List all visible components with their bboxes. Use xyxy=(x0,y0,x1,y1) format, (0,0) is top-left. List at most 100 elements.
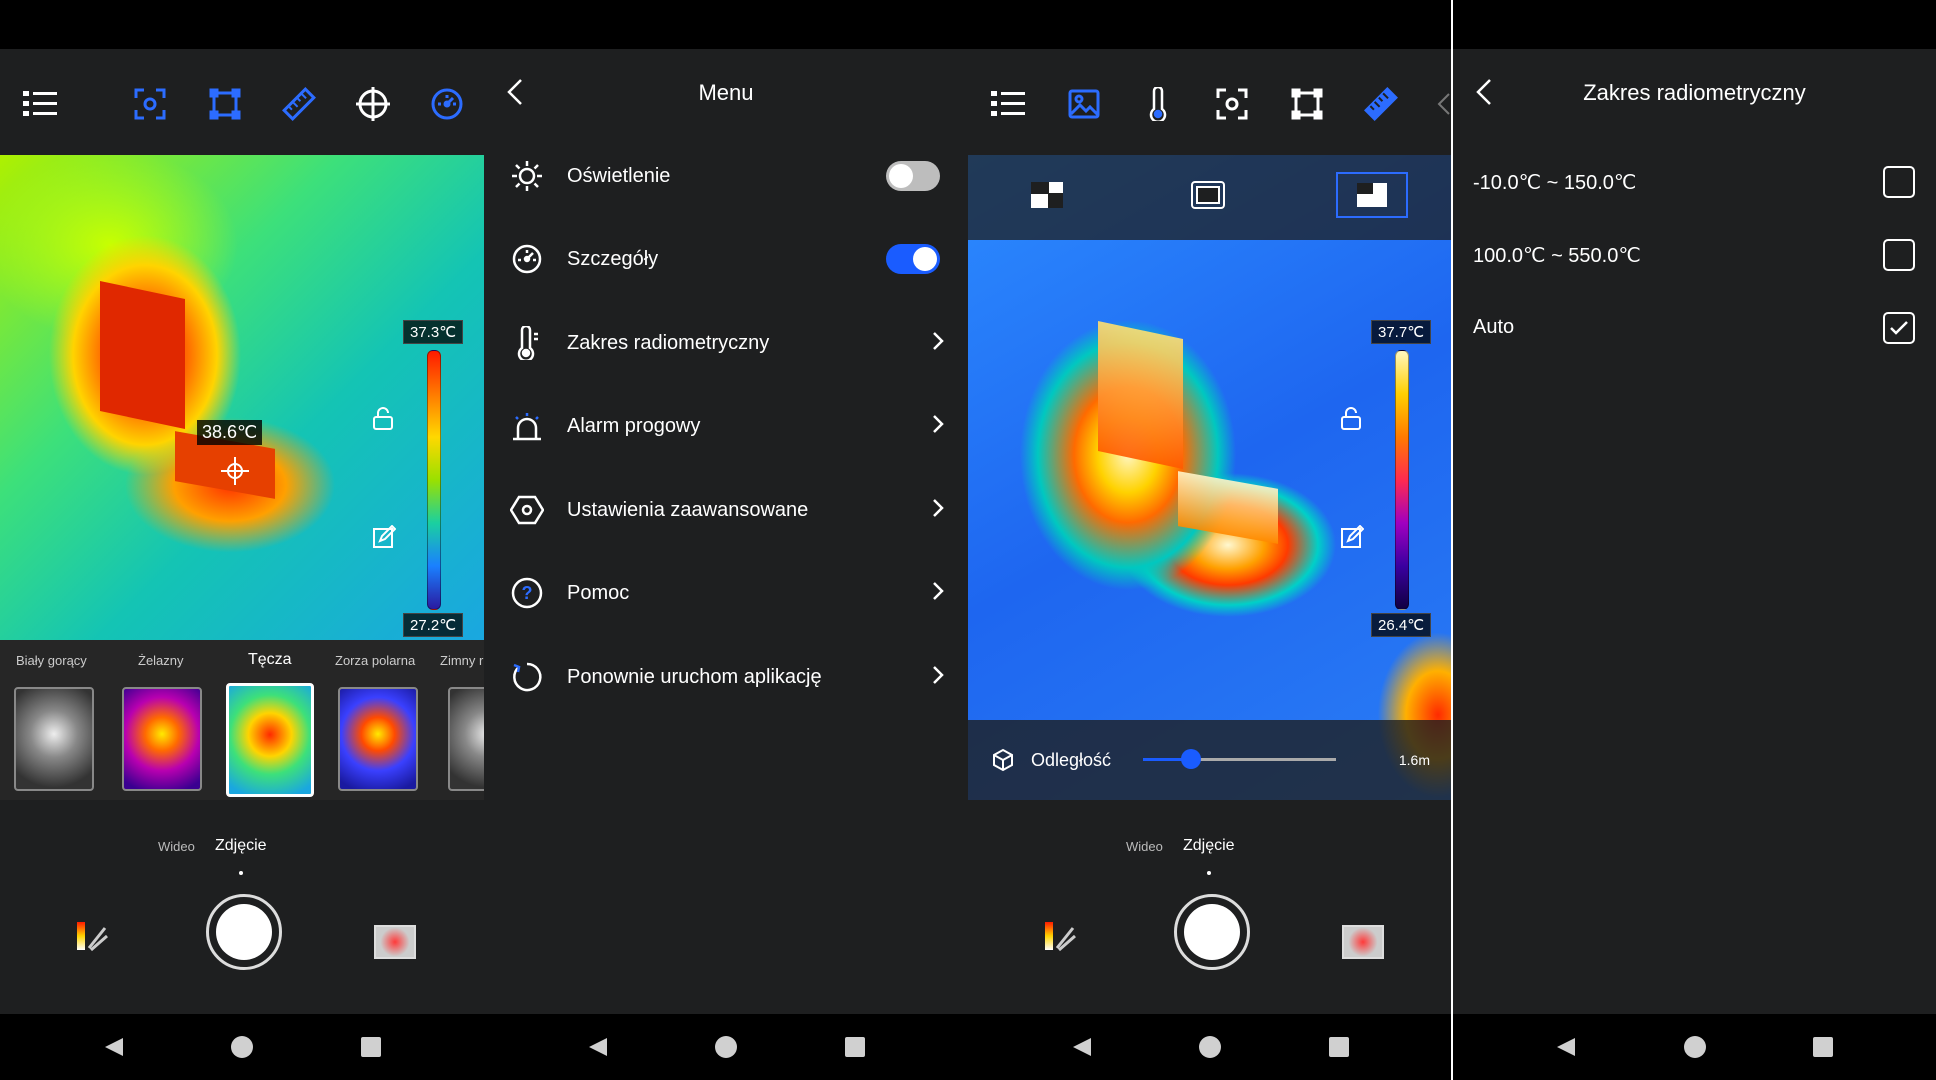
view-mode-option-2[interactable] xyxy=(1191,181,1225,214)
details-toggle[interactable] xyxy=(886,244,940,274)
distance-control-bar: Odległość 1.6m xyxy=(968,720,1452,800)
distance-slider-knob[interactable] xyxy=(1181,749,1202,769)
target-icon[interactable] xyxy=(132,86,168,122)
nav-home-icon[interactable] xyxy=(1680,1032,1710,1062)
alarm-icon xyxy=(510,409,544,443)
palette-label: Biały gorący xyxy=(16,653,87,668)
toolbar-more-icon[interactable] xyxy=(1436,92,1452,121)
check-icon xyxy=(1890,321,1908,335)
polygon-icon[interactable] xyxy=(207,86,243,122)
unlock-icon[interactable] xyxy=(1340,407,1362,436)
range-option-label: 100.0℃ ~ 550.0℃ xyxy=(1473,245,1641,267)
gallery-thumbnail[interactable] xyxy=(374,925,416,959)
temperature-scale-bar xyxy=(427,350,441,610)
range-option[interactable]: -10.0℃ ~ 150.0℃ xyxy=(1453,152,1936,212)
menu-item-lighting[interactable]: Oświetlenie xyxy=(484,146,968,206)
nav-back-icon[interactable] xyxy=(583,1032,613,1062)
nav-recents-icon[interactable] xyxy=(1324,1032,1354,1062)
menu-item-help[interactable]: ? Pomoc xyxy=(484,563,968,623)
crosshair-icon[interactable] xyxy=(355,86,391,122)
android-nav-bar xyxy=(0,1014,484,1080)
palette-icon[interactable] xyxy=(1043,918,1077,957)
hexagon-settings-icon xyxy=(510,493,544,527)
palette-label: Zimny r xyxy=(440,653,484,668)
range-option-label: -10.0℃ ~ 150.0℃ xyxy=(1473,172,1637,194)
shutter-button[interactable] xyxy=(1174,894,1250,970)
list-icon[interactable] xyxy=(990,86,1026,122)
thermometer-icon xyxy=(510,326,544,360)
nav-home-icon[interactable] xyxy=(711,1032,741,1062)
range-option-label: Auto xyxy=(1473,316,1515,338)
nav-back-icon[interactable] xyxy=(99,1032,129,1062)
hot-surface xyxy=(100,280,185,430)
palette-thumb-aurora[interactable] xyxy=(338,687,418,791)
menu-item-label: Pomoc xyxy=(567,581,630,604)
target-icon[interactable] xyxy=(1214,86,1250,122)
range-checkbox-checked[interactable] xyxy=(1883,312,1915,344)
palette-thumb-rainbow[interactable] xyxy=(226,683,314,797)
edit-icon[interactable] xyxy=(372,524,397,554)
thermal-image[interactable]: 38.6℃ 37.3℃ 27.2℃ xyxy=(0,155,484,640)
nav-home-icon[interactable] xyxy=(1195,1032,1225,1062)
edit-icon[interactable] xyxy=(1340,524,1365,554)
palette-icon[interactable] xyxy=(75,918,109,957)
menu-item-radiometric-range[interactable]: Zakres radiometryczny xyxy=(484,313,968,373)
distance-value: 1.6m xyxy=(1398,752,1430,768)
range-checkbox[interactable] xyxy=(1883,166,1915,198)
hot-surface xyxy=(1098,320,1183,470)
ruler-icon[interactable] xyxy=(281,86,317,122)
view-mode-option-1[interactable] xyxy=(1030,181,1064,214)
lighting-toggle[interactable] xyxy=(886,161,940,191)
mode-video[interactable]: Wideo xyxy=(1126,839,1163,854)
gallery-thumbnail[interactable] xyxy=(1342,925,1384,959)
chevron-right-icon xyxy=(932,331,944,356)
scale-min-label: 26.4℃ xyxy=(1371,613,1432,637)
menu-item-restart-app[interactable]: Ponownie uruchom aplikację xyxy=(484,647,968,707)
range-checkbox[interactable] xyxy=(1883,239,1915,271)
thermal-image[interactable]: 37.7℃ 26.4℃ Odległość 1.6m xyxy=(968,155,1452,800)
nav-home-icon[interactable] xyxy=(227,1032,257,1062)
thermometer-icon[interactable] xyxy=(1140,86,1176,122)
shutter-button[interactable] xyxy=(206,894,282,970)
range-option[interactable]: 100.0℃ ~ 550.0℃ xyxy=(1453,225,1936,285)
mode-video[interactable]: Wideo xyxy=(158,839,195,854)
menu-item-threshold-alarm[interactable]: Alarm progowy xyxy=(484,396,968,456)
palette-thumb-cold[interactable] xyxy=(448,687,484,791)
status-bar xyxy=(0,0,484,49)
distance-slider[interactable] xyxy=(1143,749,1336,769)
menu-item-details[interactable]: Szczegóły xyxy=(484,229,968,289)
list-icon[interactable] xyxy=(22,86,58,122)
palette-label: Tęcza xyxy=(248,651,292,668)
camera-panel-rainbow: 38.6℃ 37.3℃ 27.2℃ Biały gorący Żelazny T… xyxy=(0,0,484,1080)
nav-back-icon[interactable] xyxy=(1067,1032,1097,1062)
spot-crosshair-icon[interactable] xyxy=(221,457,249,490)
menu-item-label: Ustawienia zaawansowane xyxy=(567,498,809,521)
menu-item-advanced-settings[interactable]: Ustawienia zaawansowane xyxy=(484,480,968,540)
dashboard-icon[interactable] xyxy=(429,86,465,122)
mode-photo[interactable]: Zdjęcie xyxy=(215,837,267,855)
image-icon[interactable] xyxy=(1066,86,1102,122)
distance-label: Odległość xyxy=(1031,750,1112,770)
menu-item-label: Szczegóły xyxy=(567,247,659,270)
status-bar xyxy=(968,0,1452,49)
scale-max-label: 37.3℃ xyxy=(403,320,464,344)
status-bar xyxy=(1453,0,1936,49)
palette-thumb-white-hot[interactable] xyxy=(14,687,94,791)
polygon-icon[interactable] xyxy=(1289,86,1325,122)
nav-recents-icon[interactable] xyxy=(1808,1032,1838,1062)
nav-recents-icon[interactable] xyxy=(840,1032,870,1062)
view-mode-option-3-selected[interactable] xyxy=(1336,172,1408,218)
spot-temperature: 38.6℃ xyxy=(197,420,263,445)
palette-thumb-iron[interactable] xyxy=(122,687,202,791)
help-icon: ? xyxy=(510,576,544,610)
radiometric-range-panel: Zakres radiometryczny -10.0℃ ~ 150.0℃ 10… xyxy=(1453,0,1936,1080)
nav-recents-icon[interactable] xyxy=(356,1032,386,1062)
android-nav-bar xyxy=(968,1014,1452,1080)
hot-surface xyxy=(1178,471,1278,544)
unlock-icon[interactable] xyxy=(372,407,394,436)
nav-back-icon[interactable] xyxy=(1551,1032,1581,1062)
palette-selector: Biały gorący Żelazny Tęcza Zorza polarna… xyxy=(0,640,484,800)
range-option[interactable]: Auto xyxy=(1453,298,1936,358)
ruler-icon[interactable] xyxy=(1363,86,1399,122)
mode-photo[interactable]: Zdjęcie xyxy=(1183,837,1235,855)
